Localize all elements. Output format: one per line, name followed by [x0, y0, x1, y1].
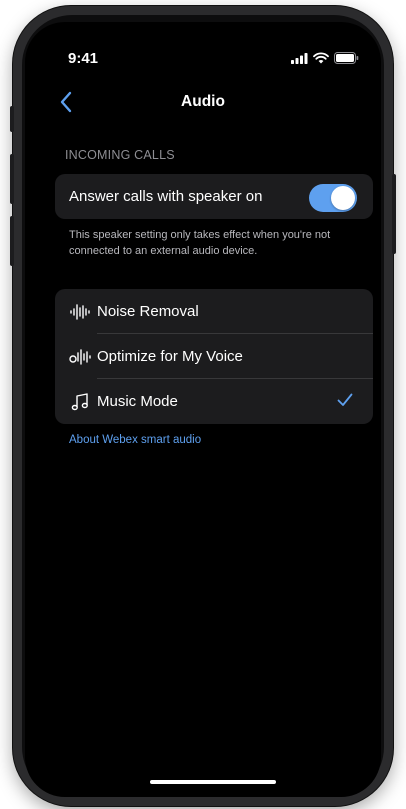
navigation-bar: Audio [25, 86, 381, 118]
screen: 9:41 Audio INCOMING CALLS Answer calls w… [25, 22, 381, 797]
wifi-icon [313, 52, 329, 64]
volume-up-button [10, 154, 14, 204]
speaker-setting-label: Answer calls with speaker on [69, 188, 263, 205]
about-smart-audio-link[interactable]: About Webex smart audio [69, 434, 201, 446]
status-bar: 9:41 [25, 22, 381, 92]
power-button [392, 174, 396, 254]
noise-removal-icon [69, 302, 91, 322]
voice-optimize-icon [69, 347, 91, 367]
speaker-footnote: This speaker setting only takes effect w… [69, 229, 331, 257]
toggle-knob [331, 186, 355, 210]
audio-mode-row-optimize-voice[interactable]: Optimize for My Voice [55, 334, 373, 379]
audio-mode-row-noise-removal[interactable]: Noise Removal [55, 289, 373, 334]
battery-icon [334, 52, 359, 64]
audio-mode-label: Noise Removal [97, 303, 199, 320]
mute-switch [10, 106, 14, 132]
status-icons [291, 52, 359, 64]
cellular-signal-icon [291, 52, 308, 64]
speaker-settings-group: Answer calls with speaker on [55, 174, 373, 219]
audio-mode-label: Music Mode [97, 393, 178, 410]
checkmark-icon [337, 393, 353, 412]
home-indicator[interactable] [150, 780, 276, 784]
volume-down-button [10, 216, 14, 266]
audio-mode-row-music-mode[interactable]: Music Mode [55, 379, 373, 424]
status-time: 9:41 [68, 50, 99, 67]
page-title: Audio [181, 93, 225, 110]
speaker-toggle[interactable] [309, 184, 357, 212]
music-note-icon [69, 392, 91, 412]
speaker-setting-row: Answer calls with speaker on [55, 174, 373, 219]
audio-mode-label: Optimize for My Voice [97, 348, 243, 365]
audio-mode-group: Noise Removal Optimize for My Voice Musi… [55, 289, 373, 424]
section-header-incoming-calls: INCOMING CALLS [65, 148, 175, 162]
